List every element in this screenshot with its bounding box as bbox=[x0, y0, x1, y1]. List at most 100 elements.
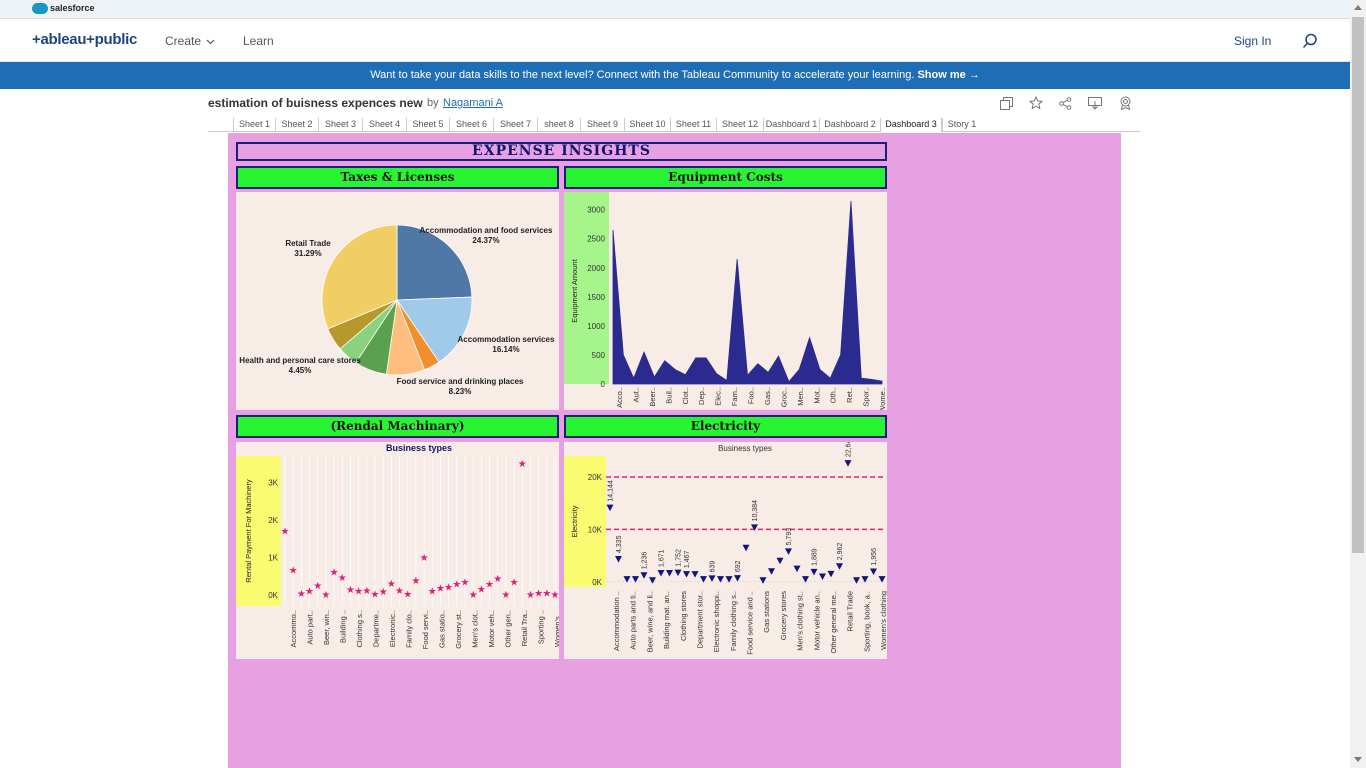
scatter-star-mark[interactable]: ★ bbox=[338, 573, 347, 584]
x-tick-label: Other gen.. bbox=[504, 610, 513, 648]
scatter-star-mark[interactable]: ★ bbox=[518, 459, 527, 470]
x-tick-label: Acco.. bbox=[615, 387, 624, 408]
tableau-public-logo[interactable]: +ableau+public bbox=[32, 31, 137, 48]
scatter-triangle-mark[interactable] bbox=[844, 460, 852, 467]
x-tick-label: Electronic.. bbox=[388, 610, 397, 647]
tab-sheet-10[interactable]: Sheet 10 bbox=[624, 118, 670, 132]
scatter-star-mark[interactable]: ★ bbox=[289, 565, 298, 576]
nav-learn[interactable]: Learn bbox=[243, 34, 274, 48]
scatter-triangle-mark[interactable] bbox=[657, 570, 665, 577]
tab-sheet-6[interactable]: Sheet 6 bbox=[449, 118, 493, 132]
x-tick-label: Retail Tra.. bbox=[520, 610, 529, 646]
x-tick-label: Family clo.. bbox=[405, 610, 414, 648]
scatter-star-mark[interactable]: ★ bbox=[510, 578, 519, 589]
tab-sheet-9[interactable]: Sheet 9 bbox=[580, 118, 624, 132]
y-tick-label: 3000 bbox=[587, 206, 605, 215]
search-icon[interactable] bbox=[1302, 33, 1318, 49]
scatter-star-mark[interactable]: ★ bbox=[461, 577, 470, 588]
scatter-triangle-mark[interactable] bbox=[776, 557, 784, 565]
scatter-triangle-mark[interactable] bbox=[683, 571, 690, 578]
scatter-triangle-mark[interactable] bbox=[666, 570, 673, 577]
electricity-scatter-chart[interactable]: Business types 0K 10K 20K Electricity 14,144 4… bbox=[564, 436, 888, 659]
scatter-triangle-mark[interactable] bbox=[674, 569, 682, 577]
tab-sheet-1[interactable]: Sheet 1 bbox=[233, 118, 275, 132]
scatter-triangle-mark[interactable] bbox=[870, 568, 877, 576]
x-tick-label: Family clothing s.. bbox=[729, 591, 738, 651]
scatter-triangle-mark[interactable] bbox=[827, 570, 835, 578]
pie-slice[interactable] bbox=[396, 224, 473, 301]
badge-icon[interactable] bbox=[1119, 96, 1132, 110]
x-tick-label: Women's clothing bbox=[879, 591, 887, 650]
x-tick-label: Fam.. bbox=[730, 387, 739, 406]
scatter-triangle-mark[interactable] bbox=[640, 572, 648, 579]
x-tick-label: Dep.. bbox=[697, 387, 706, 405]
scroll-up-arrow-icon[interactable] bbox=[1354, 5, 1362, 10]
scatter-star-mark[interactable]: ★ bbox=[411, 576, 420, 587]
scatter-triangle-mark[interactable] bbox=[615, 556, 622, 563]
scatter-triangle-mark[interactable] bbox=[734, 575, 741, 582]
scatter-triangle-mark[interactable] bbox=[649, 577, 656, 584]
x-tick-label: Foo.. bbox=[747, 387, 756, 404]
scatter-star-mark[interactable]: ★ bbox=[281, 526, 290, 537]
x-tick-label: Sporting .. bbox=[537, 610, 546, 644]
rental-scatter-chart[interactable]: Business types 0K 1K 2K 3K Rental Payment For… bbox=[236, 442, 562, 659]
scrollbar-thumb[interactable] bbox=[1352, 17, 1364, 553]
download-icon[interactable] bbox=[1088, 97, 1102, 110]
star-icon[interactable] bbox=[1029, 96, 1043, 110]
scatter-star-mark[interactable]: ★ bbox=[420, 553, 429, 564]
x-tick-label: Men's clothing st.. bbox=[796, 591, 805, 651]
scatter-star-mark[interactable]: ★ bbox=[321, 590, 330, 601]
tab-dashboard-1[interactable]: Dashboard 1 bbox=[763, 118, 819, 132]
banner-show-me-link[interactable]: Show me → bbox=[917, 69, 979, 81]
tab-sheet-12[interactable]: Sheet 12 bbox=[716, 118, 763, 132]
equipment-panel-title: Equipment Costs bbox=[564, 166, 887, 189]
chart-title: Business types bbox=[386, 443, 452, 453]
scatter-star-mark[interactable]: ★ bbox=[403, 589, 412, 600]
copy-icon[interactable] bbox=[1000, 97, 1013, 110]
scatter-triangle-mark[interactable] bbox=[810, 568, 818, 576]
scroll-down-arrow-icon[interactable] bbox=[1354, 757, 1362, 762]
scatter-triangle-mark[interactable] bbox=[759, 577, 767, 584]
scatter-triangle-mark[interactable] bbox=[853, 577, 860, 584]
tab-sheet-8[interactable]: sheet 8 bbox=[537, 118, 580, 132]
area-series[interactable] bbox=[612, 200, 883, 385]
tab-sheet-5[interactable]: Sheet 5 bbox=[406, 118, 449, 132]
scatter-triangle-mark[interactable] bbox=[708, 575, 716, 582]
y-tick-label: 1000 bbox=[587, 322, 605, 331]
scatter-triangle-mark[interactable] bbox=[606, 504, 614, 512]
scatter-triangle-mark[interactable] bbox=[785, 548, 792, 555]
pie-label: Food service and drinking places bbox=[397, 377, 524, 386]
tab-sheet-2[interactable]: Sheet 2 bbox=[275, 118, 318, 132]
scatter-triangle-mark[interactable] bbox=[793, 565, 801, 573]
scatter-triangle-mark[interactable] bbox=[623, 576, 631, 583]
tab-sheet-3[interactable]: Sheet 3 bbox=[318, 118, 362, 132]
tab-story-1[interactable]: Story 1 bbox=[942, 118, 981, 132]
x-tick-label: Food service and .. bbox=[746, 591, 755, 655]
tab-sheet-7[interactable]: Sheet 7 bbox=[493, 118, 537, 132]
y-tick-label: 1500 bbox=[587, 293, 605, 302]
sign-in-link[interactable]: Sign In bbox=[1234, 34, 1271, 48]
tab-dashboard-2[interactable]: Dashboard 2 bbox=[819, 118, 880, 132]
taxes-pie-chart[interactable]: Accommodation and food services 24.37% Acc… bbox=[236, 192, 559, 410]
tab-sheet-4[interactable]: Sheet 4 bbox=[362, 118, 406, 132]
tab-dashboard-3[interactable]: Dashboard 3 bbox=[880, 118, 942, 132]
equipment-area-chart[interactable]: 0 500 1000 1500 2000 2500 3000 Equipment Amount… bbox=[564, 192, 887, 413]
scatter-triangle-mark[interactable] bbox=[691, 571, 699, 578]
scatter-triangle-mark[interactable] bbox=[700, 576, 707, 583]
scatter-triangle-mark[interactable] bbox=[742, 544, 750, 552]
scatter-star-mark[interactable]: ★ bbox=[501, 590, 510, 601]
share-icon[interactable] bbox=[1059, 97, 1072, 110]
x-tick-label: Ret.. bbox=[845, 387, 854, 403]
scatter-triangle-mark[interactable] bbox=[819, 573, 826, 581]
scatter-triangle-mark[interactable] bbox=[836, 563, 843, 570]
viz-author-link[interactable]: Nagamani A bbox=[443, 97, 503, 109]
scatter-triangle-mark[interactable] bbox=[768, 568, 775, 575]
nav-create[interactable]: Create bbox=[165, 34, 215, 48]
x-tick-label: Gas.. bbox=[763, 387, 772, 405]
scatter-star-mark[interactable]: ★ bbox=[493, 574, 502, 585]
tab-sheet-11[interactable]: Sheet 11 bbox=[670, 118, 716, 132]
scatter-star-mark[interactable]: ★ bbox=[551, 590, 560, 601]
pie-value-label: 4.45% bbox=[289, 366, 312, 375]
scatter-triangle-mark[interactable] bbox=[632, 576, 639, 583]
data-label: 639 bbox=[710, 561, 717, 573]
